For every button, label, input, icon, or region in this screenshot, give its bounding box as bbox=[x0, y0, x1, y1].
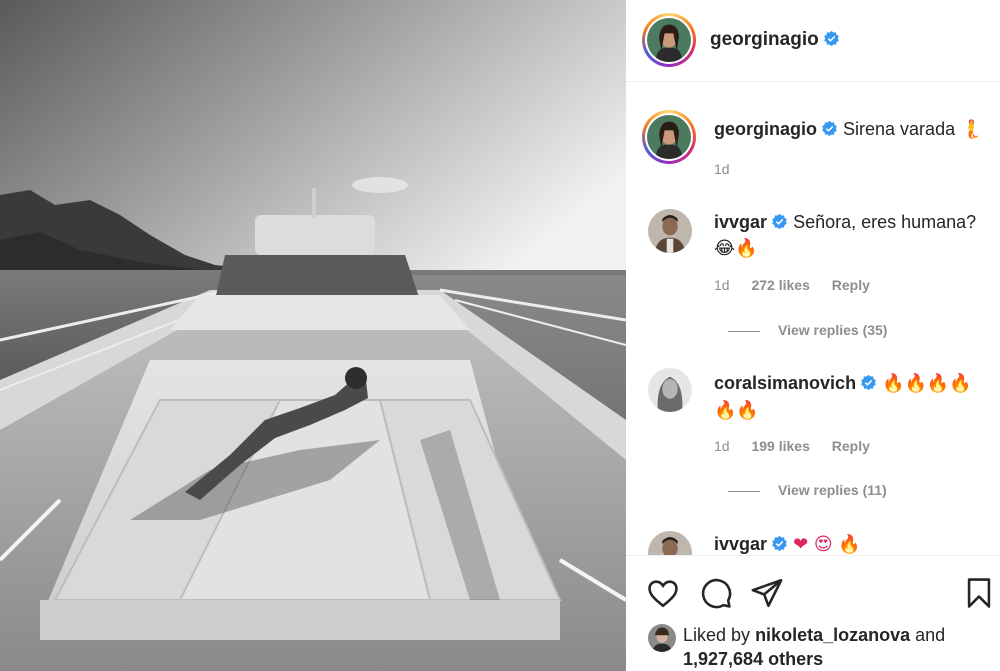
heart-icon[interactable] bbox=[646, 576, 680, 610]
caption-text: Sirena varada bbox=[843, 119, 956, 139]
view-replies-button[interactable]: View replies (35) bbox=[728, 322, 887, 338]
verified-badge-icon bbox=[772, 213, 787, 230]
liked-by-and: and bbox=[915, 625, 946, 645]
verified-badge-icon bbox=[772, 535, 787, 552]
liked-by-others[interactable]: 1,927,684 others bbox=[683, 649, 823, 669]
liked-by-avatar-image bbox=[648, 624, 676, 652]
author-avatar-image bbox=[647, 18, 691, 62]
caption-username[interactable]: georginagio bbox=[714, 119, 817, 139]
view-replies-label[interactable]: View replies (11) bbox=[778, 482, 887, 498]
view-replies-line bbox=[728, 330, 760, 332]
caption-time[interactable]: 1d bbox=[714, 161, 730, 177]
comment-time[interactable]: 1d bbox=[714, 277, 730, 293]
liked-by-prefix: Liked by bbox=[683, 625, 751, 645]
comment-username[interactable]: ivvgar bbox=[714, 212, 767, 232]
post-header: georginagio bbox=[626, 0, 1000, 82]
comment-icon[interactable] bbox=[699, 576, 733, 610]
author-username-text[interactable]: georginagio bbox=[710, 29, 819, 50]
liked-by-avatar[interactable] bbox=[648, 624, 676, 652]
comment-meta: 1d 272 likes Reply bbox=[714, 277, 888, 293]
liked-by-text: Liked by nikoleta_lozanova and 1,927,684… bbox=[683, 623, 993, 671]
comment-avatar[interactable] bbox=[648, 531, 692, 555]
comment-body: Señora, eres humana? bbox=[793, 212, 977, 232]
comment-avatar-image bbox=[648, 368, 692, 412]
caption-avatar-image bbox=[647, 115, 691, 159]
comment-likes[interactable]: 272 likes bbox=[751, 277, 809, 293]
comment-avatar-image bbox=[648, 531, 692, 555]
view-replies-label[interactable]: View replies (35) bbox=[778, 322, 887, 338]
reply-button[interactable]: Reply bbox=[832, 277, 870, 293]
caption-avatar[interactable] bbox=[642, 110, 696, 164]
comment-username[interactable]: ivvgar bbox=[714, 534, 767, 554]
yacht-photo bbox=[0, 0, 626, 671]
comment-time[interactable]: 1d bbox=[714, 438, 730, 454]
comment-meta: 1d 199 likes Reply bbox=[714, 438, 888, 454]
comment-emoji: 😂🔥 bbox=[714, 238, 758, 259]
comment-emoji: ❤ 😍 🔥 bbox=[793, 534, 861, 555]
share-icon[interactable] bbox=[750, 576, 784, 610]
comment-text: coralsimanovich 🔥🔥🔥🔥🔥🔥 bbox=[714, 370, 984, 424]
comment-avatar-image bbox=[648, 209, 692, 253]
comments-section[interactable]: georginagio Sirena varada 🧜 1d ivvgar Se… bbox=[626, 83, 1000, 555]
post-image[interactable] bbox=[0, 0, 626, 671]
author-avatar[interactable] bbox=[642, 13, 696, 67]
comment-text: ivvgar Señora, eres humana? 😂🔥 bbox=[714, 209, 984, 262]
post-actions: Liked by nikoleta_lozanova and 1,927,684… bbox=[626, 555, 1000, 671]
comment-avatar[interactable] bbox=[648, 368, 692, 412]
author-username[interactable]: georginagio bbox=[710, 29, 840, 51]
verified-badge-icon bbox=[861, 374, 876, 391]
comment-text: ivvgar ❤ 😍 🔥 bbox=[714, 531, 984, 555]
bookmark-icon[interactable] bbox=[962, 576, 996, 610]
view-replies-button[interactable]: View replies (11) bbox=[728, 482, 887, 498]
comment-avatar[interactable] bbox=[648, 209, 692, 253]
verified-badge-icon bbox=[822, 120, 837, 137]
reply-button[interactable]: Reply bbox=[832, 438, 870, 454]
caption-emoji: 🧜 bbox=[960, 119, 983, 140]
view-replies-line bbox=[728, 490, 760, 492]
comment-likes[interactable]: 199 likes bbox=[751, 438, 809, 454]
verified-badge-icon bbox=[823, 30, 839, 47]
comment-username[interactable]: coralsimanovich bbox=[714, 373, 856, 393]
post-side-panel: georginagio georginagio Sirena varada 🧜 … bbox=[626, 0, 1000, 671]
caption: georginagio Sirena varada 🧜 bbox=[714, 119, 983, 140]
liked-by-user[interactable]: nikoleta_lozanova bbox=[755, 625, 910, 645]
